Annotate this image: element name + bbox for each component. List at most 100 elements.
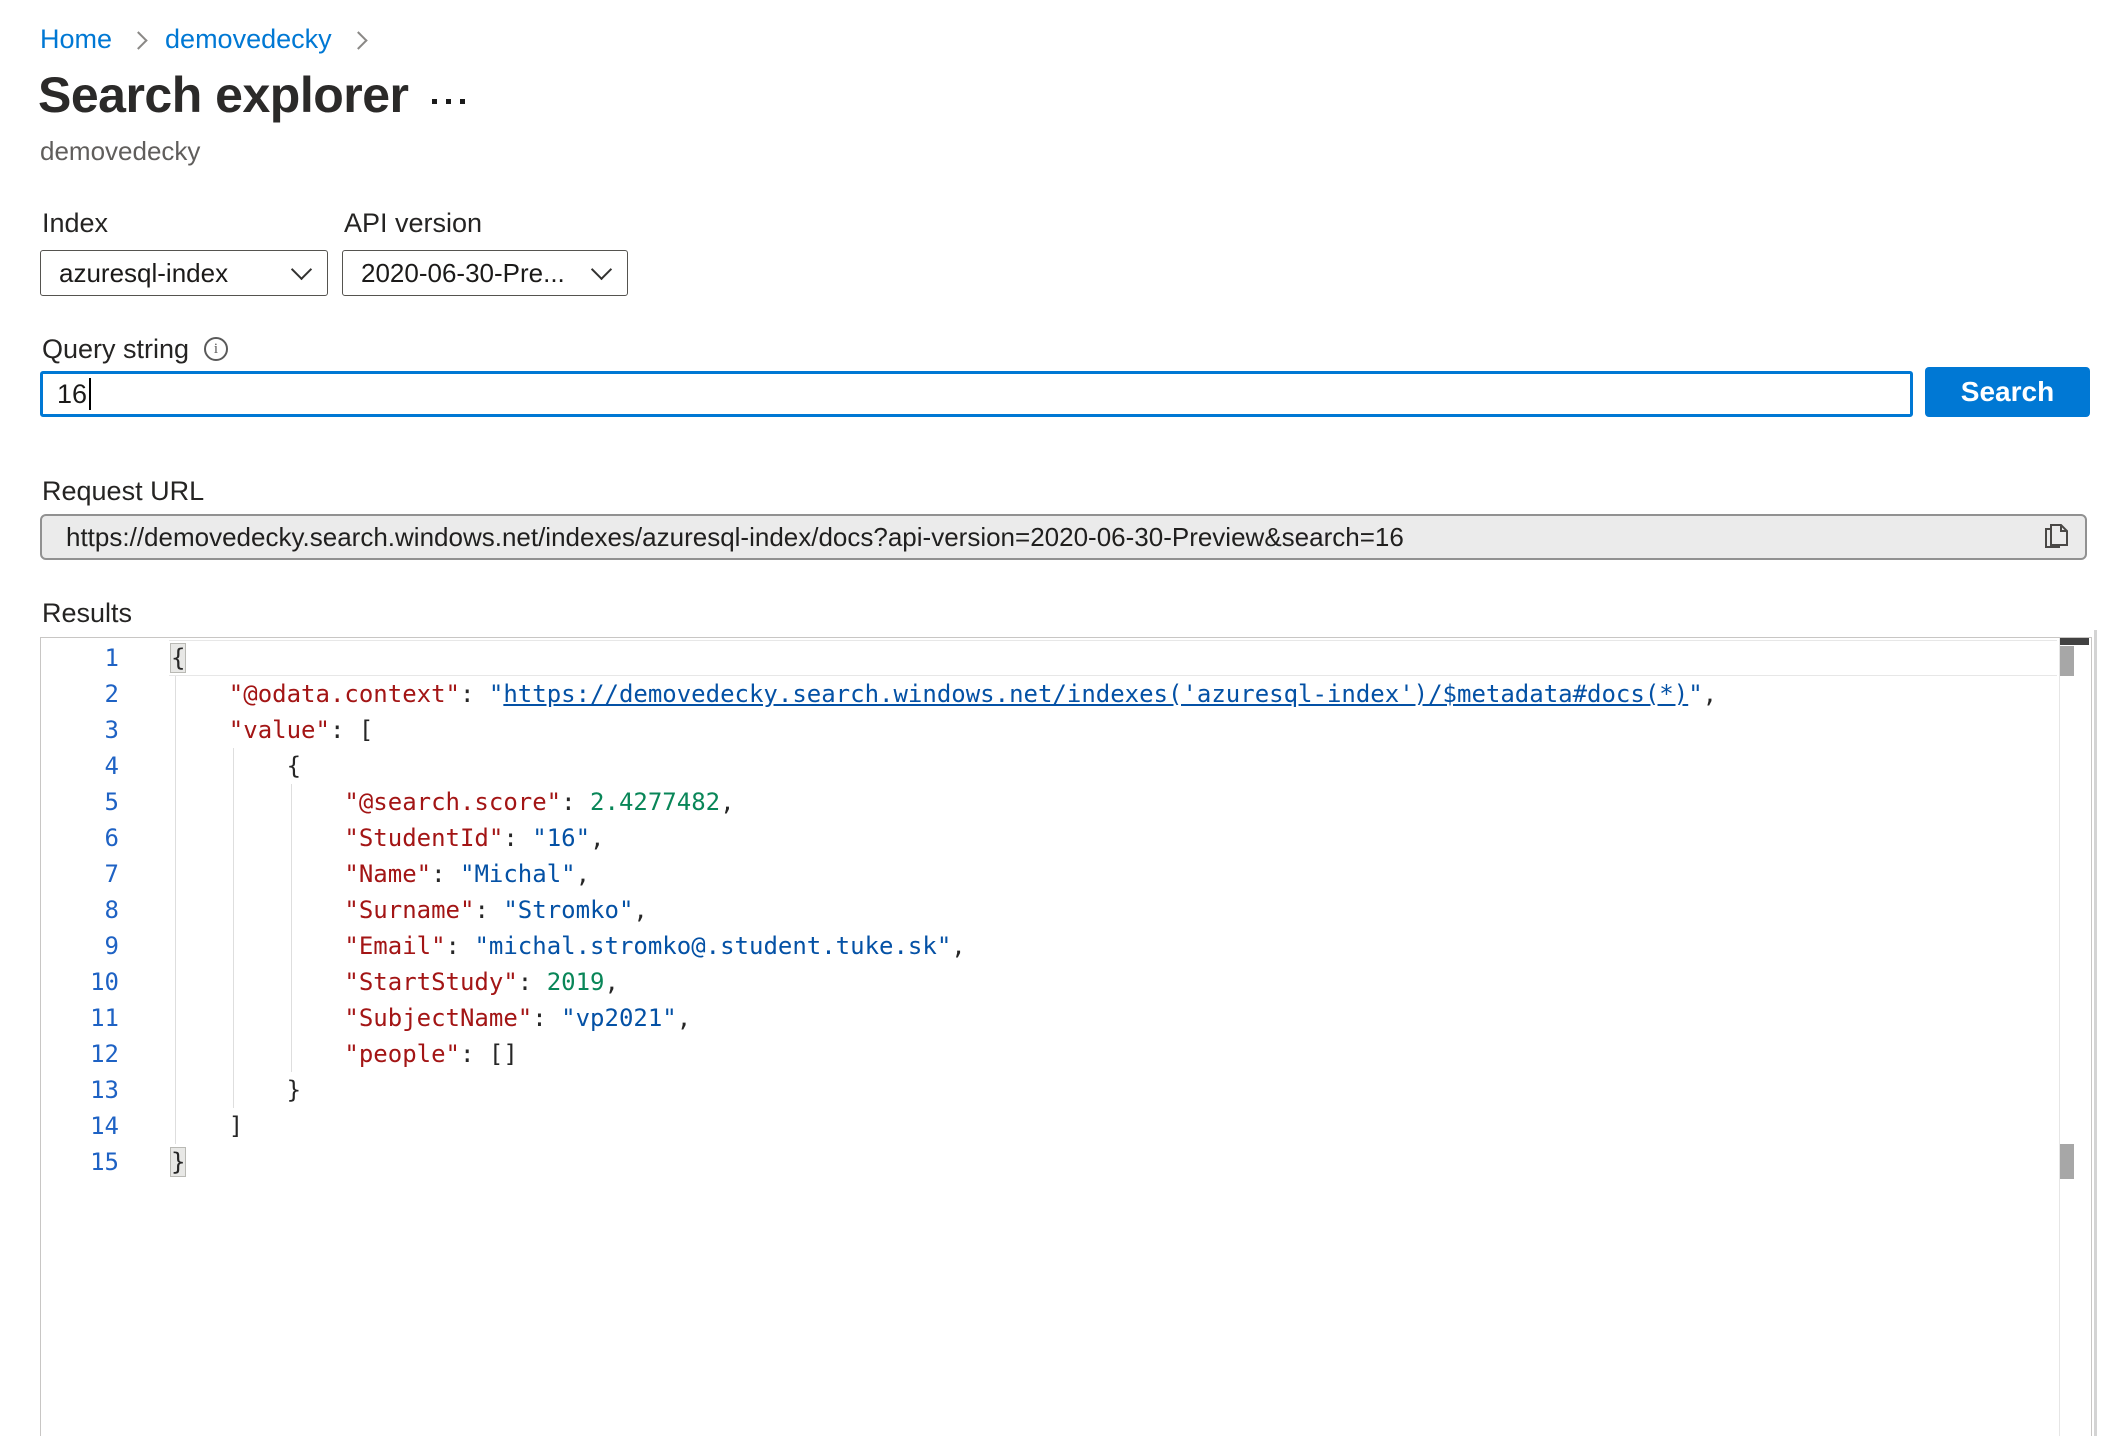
code-line: "@search.score": 2.4277482,	[171, 784, 735, 820]
scrollbar-track-edge	[2059, 638, 2060, 1436]
request-url-field: https://demovedecky.search.windows.net/i…	[40, 514, 2087, 560]
code-token: "Email"	[344, 932, 445, 960]
code-line: "Surname": "Stromko",	[171, 892, 648, 928]
index-select[interactable]: azuresql-index	[40, 250, 328, 296]
code-token	[171, 716, 229, 744]
line-number: 2	[41, 676, 119, 712]
code-token: ,	[633, 896, 647, 924]
code-line: }	[171, 1144, 185, 1180]
query-string-value: 16	[57, 379, 87, 410]
code-token: }	[171, 1148, 185, 1176]
info-icon[interactable]: i	[204, 337, 228, 361]
line-number: 11	[41, 1000, 119, 1036]
code-token: "SubjectName"	[344, 1004, 532, 1032]
results-editor[interactable]: 123456789101112131415 { "@odata.context"…	[40, 637, 2092, 1436]
line-number: 6	[41, 820, 119, 856]
code-token: {	[171, 752, 301, 780]
code-token: "people"	[344, 1040, 460, 1068]
line-number: 8	[41, 892, 119, 928]
code-token: {	[171, 644, 185, 672]
code-token: "	[1688, 680, 1702, 708]
breadcrumb-service-link[interactable]: demovedecky	[165, 24, 332, 55]
code-token: "Name"	[344, 860, 431, 888]
code-token	[171, 968, 344, 996]
indent-guide	[291, 784, 292, 1072]
api-version-label: API version	[344, 208, 482, 239]
breadcrumb: Home demovedecky	[40, 24, 365, 55]
breadcrumb-home-link[interactable]: Home	[40, 24, 112, 55]
line-number: 5	[41, 784, 119, 820]
indent-guide	[233, 748, 234, 1108]
code-token: :	[431, 860, 460, 888]
code-token: :	[518, 968, 547, 996]
page-scrollbar[interactable]	[2094, 630, 2097, 1436]
line-number: 12	[41, 1036, 119, 1072]
request-url-label: Request URL	[42, 476, 204, 507]
code-token: "michal.stromko@.student.tuke.sk"	[474, 932, 951, 960]
code-line: "@odata.context": "https://demovedecky.s…	[171, 676, 1717, 712]
code-token: :	[561, 788, 590, 816]
line-number: 1	[41, 640, 119, 676]
line-number: 7	[41, 856, 119, 892]
code-token	[171, 860, 344, 888]
code-line: "SubjectName": "vp2021",	[171, 1000, 691, 1036]
code-line: {	[171, 640, 185, 676]
scrollbar-thumb[interactable]	[2060, 646, 2074, 676]
code-token: :	[474, 896, 503, 924]
code-token: :	[460, 680, 489, 708]
copy-icon[interactable]	[2041, 519, 2071, 556]
line-number: 10	[41, 964, 119, 1000]
api-version-select[interactable]: 2020-06-30-Pre...	[342, 250, 628, 296]
overview-ruler-mark	[2060, 1144, 2074, 1179]
code-token: "16"	[532, 824, 590, 852]
code-token: : [	[330, 716, 373, 744]
overview-ruler-mark	[2060, 638, 2089, 645]
code-token: ,	[576, 860, 590, 888]
query-string-input[interactable]: 16	[40, 371, 1913, 417]
search-explorer-page: Home demovedecky Search explorer demoved…	[0, 0, 2102, 1436]
chevron-down-icon	[591, 259, 612, 280]
more-commands-button[interactable]	[432, 99, 465, 104]
code-line: ]	[171, 1108, 243, 1144]
code-token: ]	[171, 1112, 243, 1140]
line-number: 9	[41, 928, 119, 964]
code-link[interactable]: https://demovedecky.search.windows.net/i…	[503, 680, 1688, 708]
code-token: "vp2021"	[561, 1004, 677, 1032]
code-token: ,	[590, 824, 604, 852]
code-token: ,	[1703, 680, 1717, 708]
code-token: :	[446, 932, 475, 960]
code-line: "value": [	[171, 712, 373, 748]
api-version-select-value: 2020-06-30-Pre...	[361, 258, 565, 289]
chevron-right-icon	[349, 31, 367, 49]
code-line: }	[171, 1072, 301, 1108]
chevron-down-icon	[291, 259, 312, 280]
line-number: 13	[41, 1072, 119, 1108]
code-line: "StudentId": "16",	[171, 820, 605, 856]
code-token: : []	[460, 1040, 518, 1068]
code-line: {	[171, 748, 301, 784]
code-token: "Michal"	[460, 860, 576, 888]
code-token: ,	[677, 1004, 691, 1032]
code-token: "Stromko"	[503, 896, 633, 924]
code-token: :	[532, 1004, 561, 1032]
request-url-value: https://demovedecky.search.windows.net/i…	[66, 522, 2041, 553]
code-token	[171, 788, 344, 816]
code-token: ,	[604, 968, 618, 996]
code-token: "	[489, 680, 503, 708]
code-token	[171, 1004, 344, 1032]
search-button[interactable]: Search	[1925, 367, 2090, 417]
line-number: 15	[41, 1144, 119, 1180]
code-token: "@odata.context"	[229, 680, 460, 708]
chevron-right-icon	[129, 31, 147, 49]
code-token: "Surname"	[344, 896, 474, 924]
code-token	[171, 824, 344, 852]
code-token: "StartStudy"	[344, 968, 517, 996]
page-subtitle: demovedecky	[40, 136, 200, 167]
code-token: "@search.score"	[344, 788, 561, 816]
code-token	[171, 896, 344, 924]
text-caret	[89, 378, 91, 410]
code-token: "value"	[229, 716, 330, 744]
code-token: 2.4277482	[590, 788, 720, 816]
code-token: "StudentId"	[344, 824, 503, 852]
results-label: Results	[42, 598, 132, 629]
